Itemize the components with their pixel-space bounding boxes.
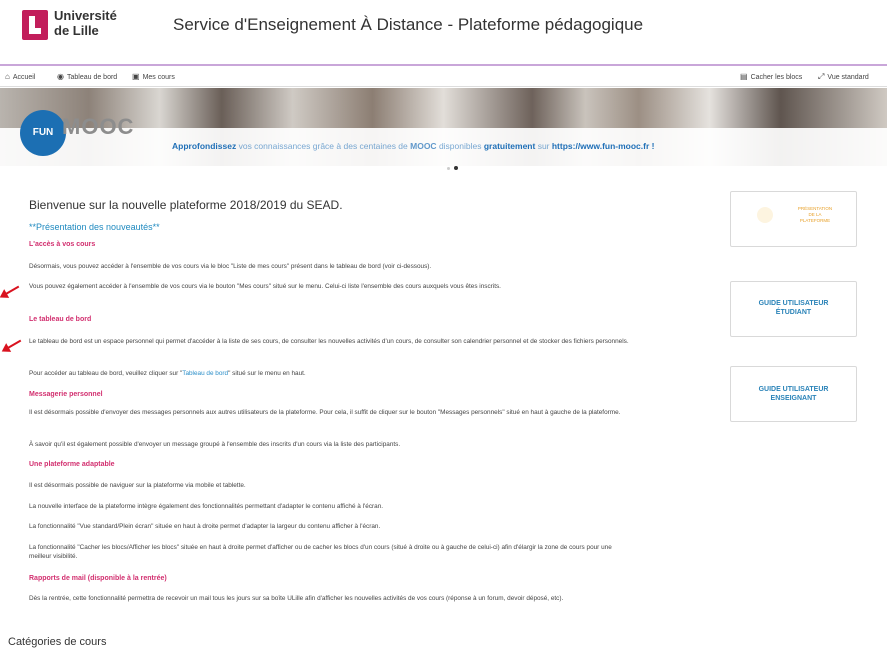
pres-label-3: PLATEFORME: [799, 218, 831, 223]
fullscreen-icon: ⤢: [818, 72, 825, 81]
nav-divider: [0, 86, 887, 87]
paragraph: La nouvelle interface de la plateforme i…: [29, 503, 384, 510]
logo-line-1: Université: [54, 8, 117, 23]
mooc-logo-text: MOOC: [62, 114, 135, 139]
section-title-mail-reports: Rapports de mail (disponible à la rentré…: [29, 575, 167, 582]
paragraph-text: Pour accéder au tableau de bord, veuille…: [29, 370, 183, 377]
student-guide-label: GUIDE UTILISATEUR ÉTUDIANT: [731, 299, 856, 317]
hide-blocks-icon: ▤: [740, 72, 748, 81]
presentation-heading: **Présentation des nouveautés**: [29, 222, 160, 232]
paragraph: À savoir qu'il est également possible d'…: [29, 441, 401, 448]
annotation-arrow: [4, 339, 22, 351]
section-title-course-access: L'accès à vos cours: [29, 241, 96, 248]
banner-tagline: Approfondissez vos connaissances grâce à…: [172, 141, 654, 151]
home-icon: ⌂: [5, 72, 10, 81]
dashboard-icon: ◉: [57, 72, 64, 81]
banner-text-a: Approfondissez: [172, 141, 237, 151]
hide-blocks-button[interactable]: ▤ Cacher les blocs: [740, 72, 802, 81]
teacher-guide-line-2: ENSEIGNANT: [770, 395, 817, 402]
nav-home-label: Accueil: [12, 74, 36, 81]
site-title: Service d'Enseignement À Distance - Plat…: [173, 15, 644, 34]
banner-text-e: gratuitement: [483, 141, 536, 151]
dashboard-link[interactable]: Tableau de bord: [182, 370, 228, 377]
paragraph: Le tableau de bord est un espace personn…: [29, 338, 629, 345]
teacher-guide-line-1: GUIDE UTILISATEUR: [758, 386, 829, 393]
welcome-heading: Bienvenue sur la nouvelle plateforme 201…: [29, 198, 343, 212]
paragraph: La fonctionnalité "Vue standard/Plein éc…: [29, 523, 381, 530]
courses-icon: ▣: [132, 72, 140, 81]
teacher-guide-label: GUIDE UTILISATEUR ENSEIGNANT: [731, 385, 856, 403]
annotation-arrow: [2, 285, 20, 297]
student-guide-line-2: ÉTUDIANT: [775, 309, 812, 316]
paragraph: Pour accéder au tableau de bord, veuille…: [29, 369, 629, 378]
carousel-dot-1[interactable]: [447, 167, 450, 170]
banner-text-d: disponibles: [436, 141, 484, 151]
course-categories-heading: Catégories de cours: [8, 636, 107, 648]
paragraph-text: " situé sur le menu en haut.: [228, 370, 306, 377]
paragraph: Désormais, vous pouvez accéder à l'ensem…: [29, 263, 432, 270]
section-title-adaptable: Une plateforme adaptable: [29, 461, 115, 468]
banner-text-f: sur: [535, 141, 552, 151]
presentation-circle-icon: [757, 207, 773, 223]
teacher-guide-button[interactable]: GUIDE UTILISATEUR ENSEIGNANT: [730, 366, 857, 422]
logo-line-2: de Lille: [54, 23, 99, 38]
section-title-messaging: Messagerie personnel: [29, 391, 103, 398]
nav-dashboard[interactable]: ◉ Tableau de bord: [57, 72, 117, 81]
carousel-dot-2[interactable]: [454, 166, 458, 170]
section-title-dashboard: Le tableau de bord: [29, 316, 92, 323]
university-logo-text[interactable]: Université de Lille: [54, 8, 117, 38]
nav-home[interactable]: ⌂ Accueil: [5, 72, 35, 81]
paragraph: La fonctionnalité "Cacher les blocs/Affi…: [29, 544, 612, 560]
paragraph: Il est désormais possible de naviguer su…: [29, 482, 246, 489]
standard-view-label: Vue standard: [827, 74, 869, 81]
university-logo-icon[interactable]: [22, 10, 48, 40]
banner-text-c: MOOC: [410, 141, 437, 151]
banner-text-g: https://www.fun-mooc.fr !: [551, 141, 655, 151]
paragraph: Il est désormais possible d'envoyer des …: [29, 409, 621, 416]
platform-presentation-label: PRÉSENTATION DE LA PLATEFORME: [780, 206, 850, 224]
nav-my-courses[interactable]: ▣ Mes cours: [132, 72, 175, 81]
nav-dashboard-label: Tableau de bord: [66, 74, 118, 81]
fun-logo-icon: FUN: [20, 110, 66, 156]
banner-text-b: vos connaissances grâce à des centaines …: [236, 141, 411, 151]
nav-my-courses-label: Mes cours: [142, 74, 175, 81]
paragraph: Dès la rentrée, cette fonctionnalité per…: [29, 595, 564, 602]
standard-view-button[interactable]: ⤢ Vue standard: [818, 72, 869, 82]
hide-blocks-label: Cacher les blocs: [750, 74, 803, 81]
student-guide-button[interactable]: GUIDE UTILISATEUR ÉTUDIANT: [730, 281, 857, 337]
student-guide-line-1: GUIDE UTILISATEUR: [758, 300, 829, 307]
paragraph: Vous pouvez également accéder à l'ensemb…: [29, 283, 501, 290]
header-divider: [0, 64, 887, 66]
